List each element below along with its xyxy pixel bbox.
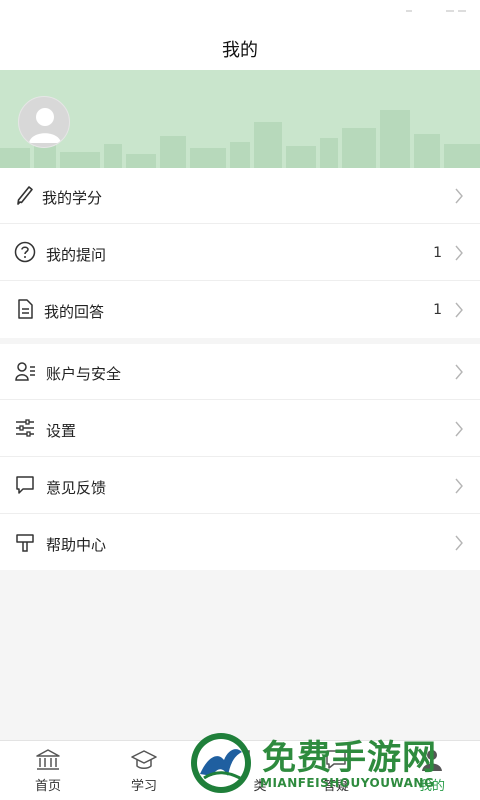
chevron-right-icon: [455, 421, 463, 437]
divider: [0, 399, 480, 400]
chevron-right-icon: [455, 535, 463, 551]
chevron-right-icon: [455, 245, 463, 261]
menu-group-credits: 我的学分 我的提问 1 我的回答 1: [0, 168, 480, 338]
tab-study[interactable]: 学习: [96, 741, 192, 800]
menu-label: 我的回答: [44, 303, 105, 321]
menu-item-my-credits[interactable]: 我的学分: [0, 168, 480, 224]
tab-label: 学习: [130, 779, 157, 794]
watermark-text: 免费手游网: [262, 738, 437, 778]
feedback-bubble-icon: [16, 476, 34, 494]
menu-item-my-answers[interactable]: 我的回答 1: [0, 282, 480, 338]
menu-label: 账户与安全: [46, 365, 122, 383]
signpost-icon: [16, 534, 34, 552]
menu-label: 我的提问: [46, 246, 107, 264]
status-bar-icons: [406, 10, 466, 12]
account-security-icon: [15, 362, 35, 381]
chevron-right-icon: [455, 188, 463, 204]
city-skyline-illustration: [0, 110, 480, 168]
menu-item-help-center[interactable]: 帮助中心: [0, 515, 480, 571]
menu-item-account-security[interactable]: 账户与安全: [0, 344, 480, 400]
graduation-cap-icon: [131, 750, 157, 769]
divider: [0, 223, 480, 224]
question-count: 1: [433, 245, 442, 261]
menu-item-my-questions[interactable]: 我的提问 1: [0, 225, 480, 281]
document-icon: [18, 299, 33, 319]
chevron-right-icon: [455, 302, 463, 318]
menu-label: 设置: [46, 422, 77, 440]
menu-item-settings[interactable]: 设置: [0, 401, 480, 457]
site-watermark: 免费手游网 MIANFEISHOUYOUWANG: [184, 728, 480, 800]
question-circle-icon: [14, 241, 36, 263]
pencil-icon: [17, 186, 33, 205]
menu-label: 帮助中心: [46, 536, 107, 554]
chevron-right-icon: [455, 364, 463, 380]
top-bar: 我的: [0, 0, 480, 70]
profile-banner: [0, 70, 480, 168]
sliders-icon: [16, 419, 34, 437]
menu-label: 我的学分: [42, 189, 103, 207]
menu-group-settings: 账户与安全 设置 意见反馈 帮助中心: [0, 344, 480, 570]
menu-label: 意见反馈: [46, 479, 107, 497]
user-placeholder-icon: [29, 108, 61, 143]
watermark-subtext: MIANFEISHOUYOUWANG: [260, 776, 435, 790]
divider: [0, 513, 480, 514]
chevron-right-icon: [455, 478, 463, 494]
tab-home[interactable]: 首页: [0, 741, 96, 800]
menu-item-feedback[interactable]: 意见反馈: [0, 458, 480, 514]
watermark-logo: [191, 733, 251, 793]
avatar[interactable]: [18, 96, 70, 148]
page-title: 我的: [222, 40, 258, 61]
divider: [0, 456, 480, 457]
tab-label: 首页: [34, 779, 61, 794]
bank-icon: [36, 749, 60, 770]
answer-count: 1: [433, 302, 442, 318]
divider: [0, 280, 480, 281]
